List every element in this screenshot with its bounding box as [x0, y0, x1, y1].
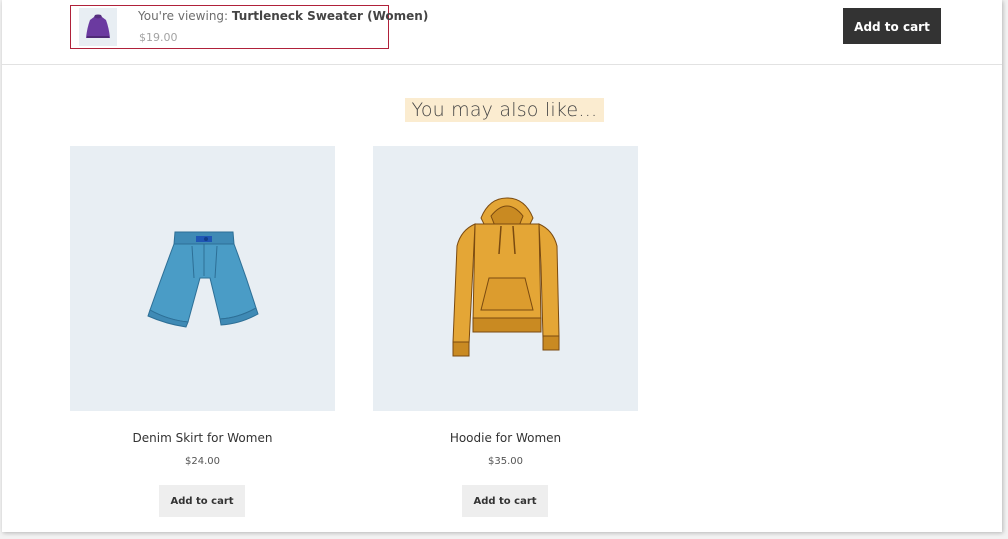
hoodie-icon: [452, 197, 560, 357]
viewing-product-price: $19.00: [139, 31, 178, 44]
product-image-link[interactable]: [373, 146, 638, 411]
related-products-heading: You may also like…: [405, 98, 604, 122]
page: You're viewing: Turtleneck Sweater (Wome…: [2, 0, 1002, 532]
viewing-prefix: You're viewing:: [138, 9, 232, 23]
viewing-label: You're viewing: Turtleneck Sweater (Wome…: [138, 9, 428, 23]
product-thumbnail: [79, 8, 117, 46]
viewing-product-name: Turtleneck Sweater (Women): [231, 9, 429, 23]
product-card: Denim Skirt for Women $24.00 Add to cart: [70, 146, 335, 517]
product-title[interactable]: Hoodie for Women: [373, 431, 638, 445]
product-title[interactable]: Denim Skirt for Women: [70, 431, 335, 445]
product-card: Hoodie for Women $35.00 Add to cart: [373, 146, 638, 517]
viewing-product-box[interactable]: You're viewing: Turtleneck Sweater (Wome…: [70, 5, 428, 49]
product-image-link[interactable]: [70, 146, 335, 411]
sticky-add-to-cart-bar: You're viewing: Turtleneck Sweater (Wome…: [2, 0, 1002, 65]
add-to-cart-button[interactable]: Add to cart: [159, 485, 245, 517]
sticky-add-to-cart-button[interactable]: Add to cart: [843, 8, 941, 44]
purple-sweater-icon: [86, 14, 110, 38]
product-price: $35.00: [488, 456, 523, 467]
add-to-cart-button[interactable]: Add to cart: [462, 485, 548, 517]
denim-shorts-icon: [147, 231, 259, 328]
product-price: $24.00: [185, 456, 220, 467]
